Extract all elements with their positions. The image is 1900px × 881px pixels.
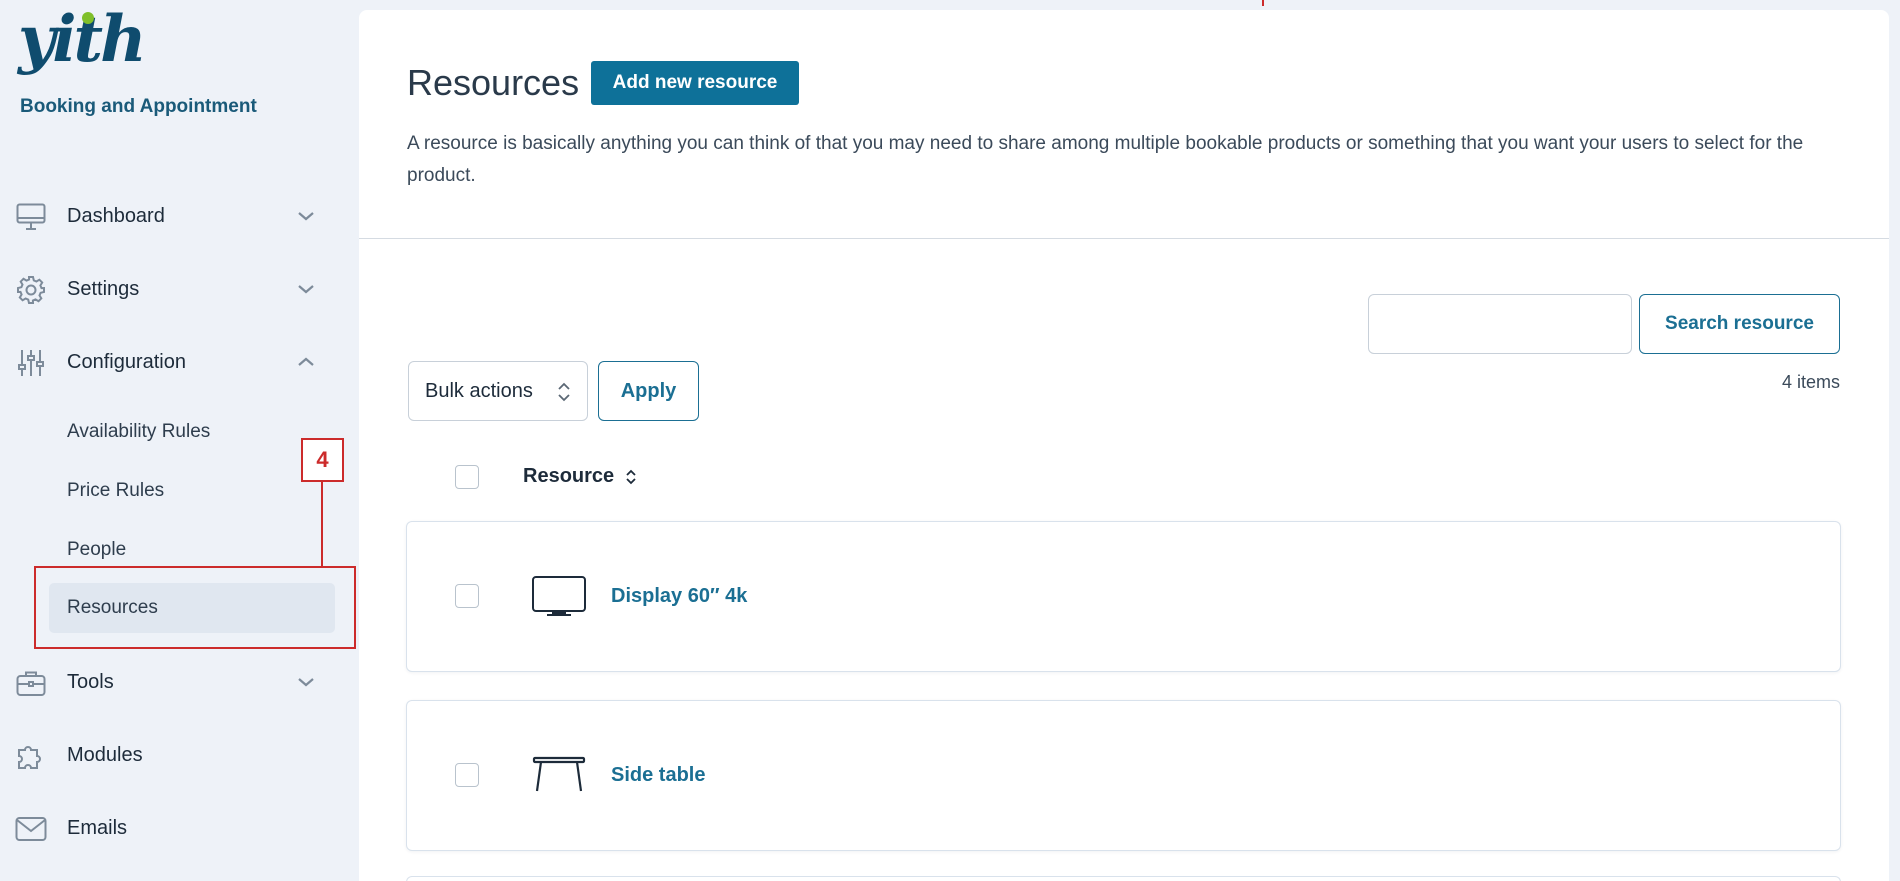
row-checkbox[interactable] [455,763,479,787]
sidebar-item-label: Settings [67,277,140,300]
chevron-down-icon[interactable] [295,208,317,224]
search-resource-button[interactable]: Search resource [1639,294,1840,354]
search-input[interactable] [1368,294,1632,354]
row-checkbox[interactable] [455,584,479,608]
side-table-icon [531,753,587,799]
puzzle-icon [15,741,47,771]
table-row: Display 60″ 4k [406,521,1841,672]
yith-logo[interactable]: yith [18,8,147,72]
envelope-icon [15,814,47,844]
add-new-resource-button[interactable]: Add new resource [591,61,799,105]
chevron-down-icon[interactable] [295,674,317,690]
resource-link[interactable]: Display 60″ 4k [611,585,747,608]
sort-icon [624,467,638,487]
sidebar-item-label: Tools [67,670,114,693]
sidebar-item-tools[interactable]: Tools [0,656,330,708]
sidebar-item-dashboard[interactable]: Dashboard [0,190,330,242]
bulk-actions-select[interactable]: Bulk actions [408,361,588,421]
sidebar-item-label: Modules [67,743,143,766]
monitor-icon [15,202,47,232]
sidebar-item-configuration[interactable]: Configuration [0,336,330,388]
main-panel: Resources Add new resource A resource is… [359,10,1889,881]
select-all-checkbox[interactable] [455,465,479,489]
annotation-badge: 4 [301,438,344,482]
page-description: A resource is basically anything you can… [407,133,1804,186]
column-header-label: Resource [523,465,615,487]
annotation-top-marker [1262,0,1264,6]
gear-icon [15,275,47,305]
chevron-down-icon[interactable] [295,281,317,297]
sidebar-item-settings[interactable]: Settings [0,263,330,315]
items-count: 4 items [1781,372,1840,392]
sidebar-item-label: Emails [67,816,128,839]
chevron-up-icon[interactable] [295,354,317,370]
sidebar-subitem-availability-rules[interactable]: Availability Rules [49,407,335,457]
apply-button[interactable]: Apply [598,361,699,421]
plugin-name: Booking and Appointment [20,96,257,117]
header-divider [359,238,1889,239]
select-updown-icon [557,380,571,404]
annotation-connector [321,482,323,566]
bulk-actions-selected: Bulk actions [425,379,533,402]
sidebar-item-label: Dashboard [67,204,165,227]
sidebar-item-modules[interactable]: Modules [0,729,330,781]
sidebar-item-emails[interactable]: Emails [0,802,330,854]
resource-link[interactable]: Side table [611,764,705,787]
annotation-highlight-box [34,566,356,649]
table-row [406,876,1841,881]
table-row: Side table [406,700,1841,851]
page-title: Resources [407,62,580,103]
sliders-icon [15,348,47,378]
column-header-resource[interactable]: Resource [523,465,638,488]
logo-dot [82,12,94,24]
monitor-icon [531,574,587,620]
sidebar-item-label: Configuration [67,350,186,373]
sidebar-subitem-price-rules[interactable]: Price Rules [49,466,335,516]
briefcase-icon [15,668,47,698]
